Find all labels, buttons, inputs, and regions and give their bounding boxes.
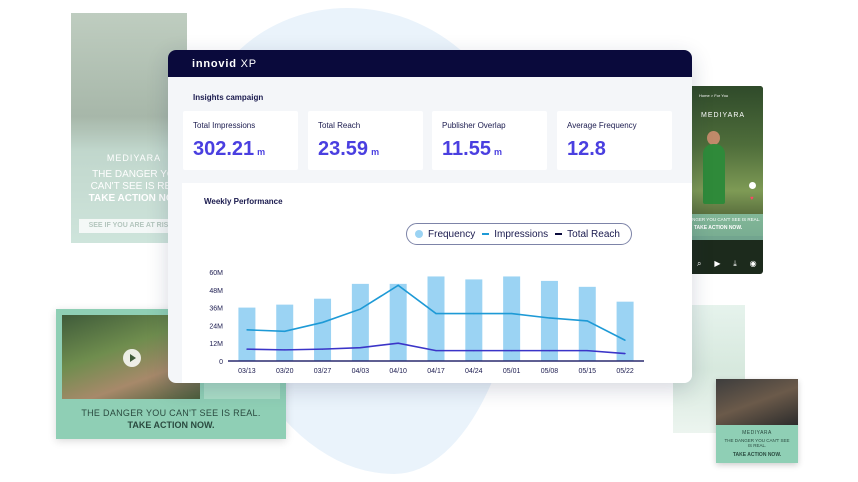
logo-suffix: XP	[240, 58, 257, 70]
ad-creative-small: MEDIYARA THE DANGER YOU CAN'T SEE IS REA…	[716, 379, 798, 463]
y-tick-label: 48M	[209, 288, 223, 295]
kpi-label: Total Reach	[318, 121, 361, 130]
kpi-label: Total Impressions	[193, 121, 256, 130]
bar-frequency	[616, 301, 634, 361]
bar-frequency	[351, 283, 369, 361]
point-impressions	[586, 320, 588, 322]
x-tick-label: 03/13	[238, 368, 256, 375]
point-impressions	[511, 312, 513, 315]
ad-brand: MEDIYARA	[742, 430, 772, 436]
ad-subheadline: TAKE ACTION NOW.	[732, 452, 782, 458]
person-head	[707, 131, 720, 145]
bar-frequency	[427, 276, 445, 361]
profile-icon[interactable]	[749, 182, 756, 189]
ad-photo	[716, 379, 798, 425]
point-impressions	[397, 284, 399, 286]
download-icon[interactable]: ⤓	[733, 260, 737, 268]
kpi-number: 23.59	[318, 138, 369, 160]
ad-subheadline: TAKE ACTION NOW.	[127, 420, 215, 430]
weekly-performance-chart: 0 12M 24M 36M 48M 60M 03/13 03/20 03/27 04/03 04/1…	[209, 270, 644, 375]
bar-frequency	[314, 298, 332, 361]
bar-frequency	[465, 279, 483, 361]
user-icon[interactable]: ◉	[750, 260, 757, 268]
y-tick-label: 12M	[209, 341, 223, 348]
ad-brand: MEDIYARA	[701, 112, 746, 119]
point-impressions	[473, 312, 475, 315]
point-total-reach	[586, 350, 588, 352]
play-icon[interactable]	[123, 349, 141, 367]
point-total-reach	[548, 350, 551, 352]
bar-frequency	[389, 283, 407, 361]
kpi-card-total-impressions: Total Impressions 302.21 m	[183, 111, 298, 170]
point-total-reach	[284, 349, 286, 351]
x-tick-label: 04/03	[352, 368, 370, 375]
kpi-card-average-frequency: Average Frequency 12.8	[557, 111, 672, 170]
point-impressions	[321, 321, 324, 324]
point-impressions	[435, 312, 437, 315]
x-tick-label: 04/17	[427, 368, 445, 375]
point-impressions	[246, 329, 248, 331]
app-logo[interactable]: innovid XP	[192, 58, 257, 70]
kpi-label: Average Frequency	[567, 121, 637, 130]
kpi-value: 23.59 m	[318, 138, 379, 161]
kpi-value: 302.21 m	[193, 138, 265, 161]
point-total-reach	[246, 348, 248, 350]
x-tick-label: 04/24	[465, 368, 483, 375]
kpi-card-total-reach: Total Reach 23.59 m	[308, 111, 423, 170]
bar-frequency	[276, 304, 294, 361]
point-impressions	[284, 330, 286, 332]
campaign-title: Insights campaign	[193, 93, 264, 102]
app-breadcrumb: Home > For You	[699, 93, 729, 98]
point-impressions	[624, 339, 626, 341]
kpi-number: 11.55	[442, 138, 491, 160]
video-icon[interactable]: ▶	[714, 260, 720, 268]
logo-text: innovid	[192, 58, 237, 70]
point-total-reach	[359, 347, 361, 349]
y-tick-label: 60M	[209, 270, 223, 277]
x-tick-label: 05/22	[616, 368, 634, 375]
bar-frequency	[238, 307, 256, 361]
kpi-value: 11.55 m	[442, 138, 502, 161]
kpi-unit: m	[371, 147, 380, 157]
x-tick-label: 05/01	[503, 368, 521, 375]
kpi-unit: m	[257, 147, 266, 157]
bar-frequency	[540, 280, 558, 361]
bar-frequency	[503, 276, 521, 361]
heart-icon[interactable]: ♥	[750, 196, 754, 202]
x-tick-label: 04/10	[389, 368, 407, 375]
search-icon[interactable]: ⌕	[697, 260, 701, 268]
point-total-reach	[511, 350, 513, 352]
kpi-number: 302.21	[193, 138, 255, 160]
point-impressions	[548, 317, 551, 319]
weekly-performance-panel: Weekly Performance Frequency Impressions…	[182, 183, 692, 383]
point-total-reach	[624, 352, 626, 355]
x-tick-label: 05/15	[579, 368, 597, 375]
x-tick-label: 05/08	[541, 368, 559, 375]
x-tick-label: 03/20	[276, 368, 294, 375]
kpi-unit: m	[493, 147, 502, 157]
kpi-label: Publisher Overlap	[442, 121, 506, 130]
ad-headline: THE DANGER YOU CAN'T SEE IS REAL.	[724, 438, 790, 448]
kpi-value: 12.8	[567, 138, 609, 161]
kpi-number: 12.8	[567, 138, 606, 160]
kpi-card-publisher-overlap: Publisher Overlap 11.55 m	[432, 111, 547, 170]
person-figure	[703, 144, 725, 204]
dashboard-window: innovid XP Insights campaign Total Impre…	[168, 50, 692, 383]
point-impressions	[359, 308, 361, 310]
point-total-reach	[397, 342, 399, 344]
point-total-reach	[435, 350, 437, 352]
y-tick-label: 0	[219, 359, 223, 366]
y-tick-label: 24M	[209, 323, 223, 330]
point-total-reach	[321, 348, 324, 350]
title-bar: innovid XP	[168, 50, 692, 77]
ad-headline: THE DANGER YOU CAN'T SEE IS REAL.	[81, 408, 261, 418]
point-total-reach	[473, 350, 475, 352]
y-tick-label: 36M	[209, 306, 223, 313]
x-tick-label: 03/27	[314, 368, 332, 375]
